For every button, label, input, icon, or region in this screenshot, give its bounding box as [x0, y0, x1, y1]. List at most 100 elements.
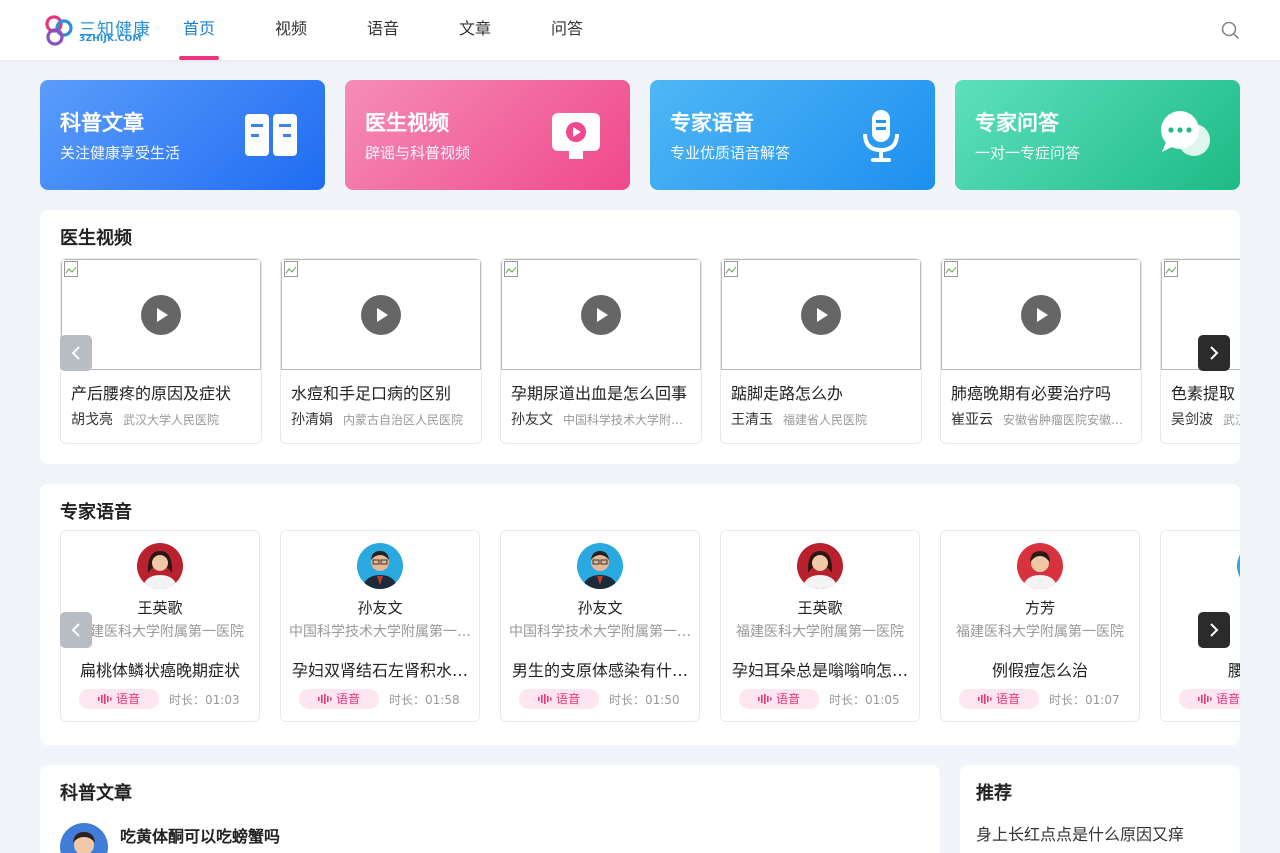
play-icon — [801, 295, 841, 335]
play-icon — [581, 295, 621, 335]
avatar — [577, 543, 623, 589]
doctor-name: 吴剑波 — [1171, 412, 1213, 428]
doctor-name: 崔亚云 — [951, 412, 993, 428]
video-card[interactable]: 水痘和手足口病的区别 孙清娟 内蒙古自治区人民医院 — [280, 258, 482, 444]
avatar — [60, 823, 108, 853]
audio-title: 孕妇耳朵总是嗡嗡响怎… — [731, 661, 908, 680]
chevron-left-icon — [71, 346, 80, 360]
video-next-button[interactable] — [1198, 335, 1230, 371]
video-title: 孕期尿道出血是怎么回事 — [511, 384, 688, 403]
video-card[interactable]: 踮脚走路怎么办 王清玉 福建省人民医院 — [720, 258, 922, 444]
category-title: 专家问答 — [975, 111, 1059, 135]
article-section: 科普文章 吃黄体酮可以吃螃蟹吗 — [40, 765, 940, 853]
audio-badge-label: 语音 — [335, 692, 360, 706]
hospital-name: 福建医科大学附属第一医院 — [736, 624, 904, 640]
category-card-audio[interactable]: 专家语音 专业优质语音解答 — [650, 80, 935, 190]
broken-image-icon — [944, 261, 958, 277]
waveform-icon — [757, 694, 772, 704]
audio-badge[interactable]: 语音 — [739, 689, 819, 709]
audio-card[interactable]: 方芳 福建医科大学附属第一医院 例假痘怎么治 语音 时长：01:07 — [940, 530, 1140, 722]
audio-duration: 时长：01:50 — [609, 693, 680, 707]
hospital-name: 中国科学技术大学附… — [563, 413, 684, 427]
broken-image-icon — [1164, 261, 1178, 277]
audio-duration: 时长：01:03 — [169, 693, 240, 707]
audio-badge[interactable]: 语音 — [79, 689, 159, 709]
audio-next-button[interactable] — [1198, 612, 1230, 648]
audio-badge[interactable]: 语音 — [519, 689, 599, 709]
nav-audio[interactable]: 语音 — [344, 0, 422, 60]
category-subtitle: 辟谣与科普视频 — [365, 144, 471, 162]
video-thumbnail — [281, 259, 481, 370]
recommend-section: 推荐 身上长红点点是什么原因又痒 — [960, 765, 1240, 853]
section-title: 科普文章 — [60, 783, 132, 804]
category-card-articles[interactable]: 科普文章 关注健康享受生活 — [40, 80, 325, 190]
nav-video[interactable]: 视频 — [252, 0, 330, 60]
doctor-name: 王英歌 — [797, 599, 843, 617]
category-card-qa[interactable]: 专家问答 一对一专症问答 — [955, 80, 1240, 190]
audio-prev-button[interactable] — [60, 612, 92, 648]
audio-card[interactable]: 孙友文 中国科学技术大学附属第一… 孕妇双肾结石左肾积水… 语音 时长：01:58 — [280, 530, 480, 722]
video-section: 医生视频 产后腰疼的原因及症状 胡戈亮 武汉大学人民医院 水痘和手足口病的区别 孙清娟内… — [40, 210, 1240, 464]
hospital-name: 武汉 — [1223, 413, 1240, 427]
nav-qa[interactable]: 问答 — [528, 0, 606, 60]
broken-image-icon — [724, 261, 738, 277]
audio-carousel: 王英歌 福建医科大学附属第一医院 扁桃体鳞状癌晚期症状 语音 时长：01:03 孙友文 中国… — [60, 530, 1240, 726]
category-card-videos[interactable]: 医生视频 辟谣与科普视频 — [345, 80, 630, 190]
nav-article[interactable]: 文章 — [436, 0, 514, 60]
video-title: 踮脚走路怎么办 — [731, 384, 844, 403]
top-header: 三知健康 3ZHIJK.COM 首页 视频 语音 文章 问答 — [0, 0, 1280, 60]
video-thumbnail — [721, 259, 921, 370]
play-icon — [361, 295, 401, 335]
video-thumbnail — [941, 259, 1141, 370]
doctor-name: 孙友文 — [511, 412, 553, 428]
broken-image-icon — [64, 261, 78, 277]
video-thumbnail — [501, 259, 701, 370]
waveform-icon — [97, 694, 112, 704]
audio-duration: 时长：01:07 — [1049, 693, 1120, 707]
nav-home[interactable]: 首页 — [160, 0, 238, 60]
waveform-icon — [317, 694, 332, 704]
doctor-name: 方芳 — [1024, 599, 1055, 617]
hospital-name: 福建医科大学附属第一医院 — [956, 624, 1124, 640]
hospital-name: 中国科学技术大学附属第一… — [509, 624, 691, 640]
video-card[interactable]: 孕期尿道出血是怎么回事 孙友文 中国科学技术大学附… — [500, 258, 702, 444]
avatar — [1237, 543, 1240, 589]
hospital-name: 福建医科大学附属第一医院 — [76, 624, 244, 640]
audio-badge-label: 语音 — [115, 692, 140, 706]
avatar — [1017, 543, 1063, 589]
search-icon[interactable] — [1220, 20, 1240, 40]
category-subtitle: 关注健康享受生活 — [60, 144, 181, 162]
audio-title: 男生的支原体感染有什… — [511, 661, 688, 680]
video-carousel: 产后腰疼的原因及症状 胡戈亮 武汉大学人民医院 水痘和手足口病的区别 孙清娟 内蒙古自治区… — [60, 258, 1240, 448]
audio-duration: 时长：01:05 — [829, 693, 900, 707]
audio-title: 孕妇双肾结石左肾积水… — [291, 661, 468, 680]
chat-bubbles-icon — [1161, 111, 1210, 156]
audio-badge[interactable]: 语音 — [299, 689, 379, 709]
chevron-left-icon — [71, 623, 80, 637]
article-title: 吃黄体酮可以吃螃蟹吗 — [120, 827, 281, 846]
audio-badge[interactable]: 语音 — [1179, 689, 1240, 709]
doctor-name: 孙友文 — [357, 599, 403, 617]
category-title: 医生视频 — [365, 111, 449, 135]
audio-section: 专家语音 王英歌 福建医科大学附属第一医院 扁桃体鳞状癌晚期症状 语音 时长：01:03… — [40, 484, 1240, 745]
audio-card[interactable]: 孙友文 中国科学技术大学附属第一… 男生的支原体感染有什… 语音 时长：01:50 — [500, 530, 700, 722]
audio-badge-label: 语音 — [1215, 692, 1240, 706]
video-prev-button[interactable] — [60, 335, 92, 371]
audio-badge[interactable]: 语音 — [959, 689, 1039, 709]
category-subtitle: 一对一专症问答 — [975, 144, 1081, 162]
site-logo[interactable]: 三知健康 3ZHIJK.COM — [42, 13, 152, 47]
play-icon — [141, 295, 181, 335]
hospital-name: 安徽省肿瘤医院安徽… — [1003, 413, 1124, 427]
recommend-item[interactable]: 身上长红点点是什么原因又痒 — [976, 821, 1184, 845]
broken-image-icon — [504, 261, 518, 277]
audio-badge-label: 语音 — [995, 692, 1020, 706]
category-title: 科普文章 — [60, 111, 144, 135]
video-title: 肺癌晚期有必要治疗吗 — [951, 384, 1112, 403]
video-card[interactable]: 肺癌晚期有必要治疗吗 崔亚云 安徽省肿瘤医院安徽… — [940, 258, 1142, 444]
audio-card[interactable]: 王英歌福建医科大学附属第一医院 孕妇耳朵总是嗡嗡响怎… 语音 时长：01:05 — [720, 530, 920, 722]
section-title: 医生视频 — [60, 228, 132, 249]
video-title: 水痘和手足口病的区别 — [291, 384, 452, 403]
audio-title: 扁桃体鳞状癌晚期症状 — [79, 661, 240, 680]
audio-duration: 时长：01:58 — [389, 693, 460, 707]
category-title: 专家语音 — [670, 111, 754, 135]
